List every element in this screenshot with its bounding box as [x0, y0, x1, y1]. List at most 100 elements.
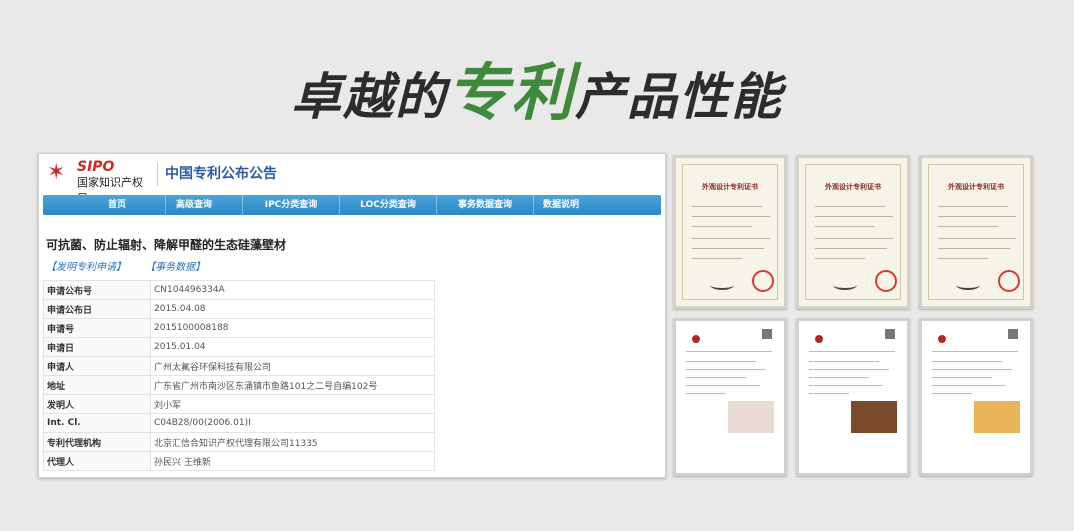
- text-line: [932, 361, 1002, 362]
- product-pattern-image: [974, 401, 1020, 433]
- signature-icon: [710, 280, 734, 290]
- text-line: [932, 369, 1012, 370]
- certificate-title: 外观设计专利证书: [702, 183, 758, 191]
- row-value: 刘小军: [150, 394, 435, 414]
- row-value: CN104496334A: [150, 280, 435, 300]
- text-line: [809, 393, 849, 394]
- logo-abbr: SIPO: [77, 159, 115, 175]
- row-label: 申请号: [43, 318, 151, 338]
- text-line: [809, 351, 895, 352]
- text-line: [692, 206, 762, 207]
- text-line: [692, 258, 742, 259]
- emblem-icon: [815, 335, 823, 343]
- nav-item-data-notes[interactable]: 数据说明: [513, 195, 609, 215]
- link-transaction-data[interactable]: 【事务数据】: [145, 262, 205, 273]
- text-line: [938, 216, 1016, 217]
- table-row: Int. Cl. C04B28/00(2006.01)I: [43, 413, 435, 433]
- table-row: 申请日 2015.01.04: [43, 337, 435, 357]
- qr-code-icon: [762, 329, 772, 339]
- text-line: [809, 385, 883, 386]
- text-line: [938, 248, 1010, 249]
- patent-links: 【发明专利申请】 【事务数据】: [46, 258, 221, 273]
- certificate-thumbnail[interactable]: 外观设计专利证书: [796, 155, 910, 309]
- product-pattern-image: [851, 401, 897, 433]
- document-thumbnail[interactable]: [919, 318, 1033, 476]
- seal-icon: [752, 270, 774, 292]
- row-value: 北京汇信合知识产权代理有限公司11335: [150, 432, 435, 452]
- headline: 卓越的专利产品性能: [0, 58, 1074, 132]
- text-line: [809, 377, 869, 378]
- row-label: 申请公布日: [43, 299, 151, 319]
- row-value: C04B28/00(2006.01)I: [150, 413, 435, 433]
- text-line: [809, 361, 879, 362]
- patent-title: 可抗菌、防止辐射、降解甲醛的生态硅藻壁材: [46, 238, 287, 252]
- table-row: 申请人 广州太氟谷环保科技有限公司: [43, 356, 435, 376]
- text-line: [815, 226, 875, 227]
- row-label: 地址: [43, 375, 151, 395]
- row-value: 广东省广州市南沙区东涌镇市鱼路101之二号自编102号: [150, 375, 435, 395]
- text-line: [932, 377, 992, 378]
- table-row: 申请公布日 2015.04.08: [43, 299, 435, 319]
- row-value: 广州太氟谷环保科技有限公司: [150, 356, 435, 376]
- patent-page-screenshot: ✶ SIPO 国家知识产权局 中国专利公布公告 首页 高级查询 IPC分类查询 …: [38, 153, 666, 478]
- text-line: [815, 248, 887, 249]
- table-row: 地址 广东省广州市南沙区东涌镇市鱼路101之二号自编102号: [43, 375, 435, 395]
- text-line: [686, 361, 756, 362]
- document-thumbnail[interactable]: [796, 318, 910, 476]
- row-label: 申请人: [43, 356, 151, 376]
- qr-code-icon: [885, 329, 895, 339]
- text-line: [815, 258, 865, 259]
- document-thumbnail[interactable]: [673, 318, 787, 476]
- headline-accent: 专利: [446, 56, 575, 129]
- text-line: [938, 206, 1008, 207]
- qr-code-icon: [1008, 329, 1018, 339]
- headline-part1: 卓越的: [290, 68, 447, 126]
- certificate-title: 外观设计专利证书: [825, 183, 881, 191]
- site-header: ✶ SIPO 国家知识产权局 中国专利公布公告: [39, 154, 665, 205]
- table-row: 申请公布号 CN104496334A: [43, 280, 435, 300]
- table-row: 代理人 孙民兴 王维新: [43, 451, 435, 471]
- seal-icon: [998, 270, 1020, 292]
- text-line: [686, 369, 766, 370]
- nav-bar: 首页 高级查询 IPC分类查询 LOC分类查询 事务数据查询 数据说明: [43, 195, 661, 215]
- row-label: 发明人: [43, 394, 151, 414]
- certificate-title: 外观设计专利证书: [948, 183, 1004, 191]
- text-line: [692, 226, 752, 227]
- row-label: 专利代理机构: [43, 432, 151, 452]
- certificate-thumbnail[interactable]: 外观设计专利证书: [919, 155, 1033, 309]
- table-row: 发明人 刘小军: [43, 394, 435, 414]
- text-line: [815, 238, 893, 239]
- text-line: [815, 206, 885, 207]
- text-line: [938, 226, 998, 227]
- product-pattern-image: [728, 401, 774, 433]
- table-row: 专利代理机构 北京汇信合知识产权代理有限公司11335: [43, 432, 435, 452]
- patent-info-table: 申请公布号 CN104496334A 申请公布日 2015.04.08 申请号 201…: [43, 280, 435, 471]
- text-line: [686, 393, 726, 394]
- text-line: [692, 238, 770, 239]
- row-value: 孙民兴 王维新: [150, 451, 435, 471]
- nav-item-ipc-search[interactable]: IPC分类查询: [243, 195, 340, 215]
- row-value: 2015100008188: [150, 318, 435, 338]
- seal-icon: [875, 270, 897, 292]
- nav-item-advanced-search[interactable]: 高级查询: [146, 195, 243, 215]
- certificate-thumbnail[interactable]: 外观设计专利证书: [673, 155, 787, 309]
- text-line: [686, 377, 746, 378]
- site-title: 中国专利公布公告: [165, 166, 277, 182]
- row-value: 2015.01.04: [150, 337, 435, 357]
- row-label: 代理人: [43, 451, 151, 471]
- text-line: [686, 385, 760, 386]
- row-label: Int. Cl.: [43, 413, 151, 433]
- text-line: [938, 238, 1016, 239]
- row-value: 2015.04.08: [150, 299, 435, 319]
- text-line: [809, 369, 889, 370]
- row-label: 申请公布号: [43, 280, 151, 300]
- table-row: 申请号 2015100008188: [43, 318, 435, 338]
- text-line: [932, 393, 972, 394]
- link-invention-application[interactable]: 【发明专利申请】: [46, 262, 126, 273]
- signature-icon: [833, 280, 857, 290]
- headline-part2: 产品性能: [575, 68, 783, 126]
- signature-icon: [956, 280, 980, 290]
- nav-item-loc-search[interactable]: LOC分类查询: [340, 195, 437, 215]
- text-line: [938, 258, 988, 259]
- text-line: [686, 351, 772, 352]
